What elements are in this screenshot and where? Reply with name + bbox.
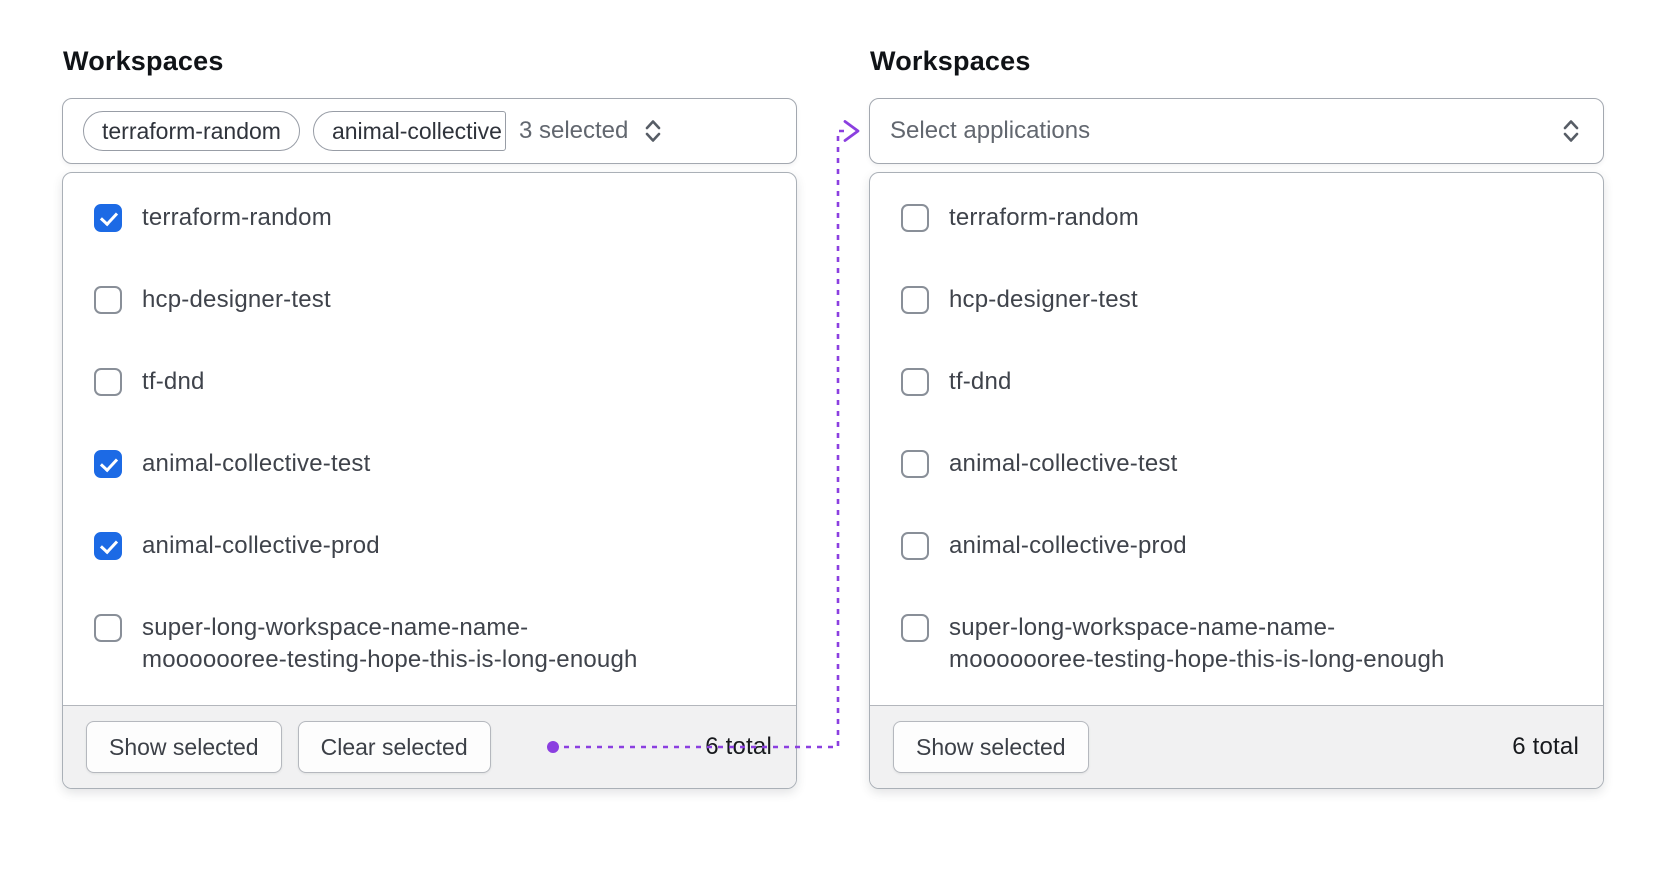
applications-select-trigger[interactable]: Select applications [869, 98, 1604, 164]
item-label: terraform-random [949, 204, 1139, 231]
checkbox[interactable] [94, 532, 122, 560]
show-selected-button[interactable]: Show selected [893, 721, 1089, 773]
item-label: hcp-designer-test [949, 286, 1138, 313]
checkbox[interactable] [901, 286, 929, 314]
page: Workspaces terraform-random animal-colle… [0, 0, 1672, 892]
checkbox[interactable] [901, 614, 929, 642]
selected-count-label: 3 selected [518, 117, 629, 144]
checkbox[interactable] [94, 614, 122, 642]
checkbox[interactable] [94, 368, 122, 396]
panels-row: Workspaces terraform-random animal-colle… [0, 0, 1672, 789]
list-item[interactable]: animal-collective-test [870, 423, 1603, 505]
list-item[interactable]: super-long-workspace-name-name- moooooor… [870, 587, 1603, 701]
checkbox[interactable] [901, 532, 929, 560]
item-label: tf-dnd [949, 368, 1012, 395]
workspaces-listbox: terraform-random hcp-designer-test tf-dn… [869, 172, 1604, 789]
checkbox[interactable] [94, 450, 122, 478]
list-item[interactable]: animal-collective-prod [63, 505, 796, 587]
item-label: animal-collective-test [142, 450, 371, 477]
item-label: animal-collective-prod [949, 532, 1187, 559]
clear-selected-button[interactable]: Clear selected [297, 721, 491, 773]
workspaces-panel-right: Workspaces Select applications terraform… [869, 46, 1604, 789]
list-item[interactable]: animal-collective-test [63, 423, 796, 505]
checkbox[interactable] [901, 204, 929, 232]
list-item[interactable]: super-long-workspace-name-name- moooooor… [63, 587, 796, 701]
page-title: Workspaces [870, 46, 1031, 76]
list-item[interactable]: terraform-random [63, 177, 796, 259]
list-item[interactable]: hcp-designer-test [870, 259, 1603, 341]
selected-tag-clipped[interactable]: animal-collective [312, 111, 506, 151]
list-item[interactable]: animal-collective-prod [870, 505, 1603, 587]
item-label: super-long-workspace-name-name- moooooor… [949, 614, 1445, 673]
total-count: 6 total [1512, 733, 1579, 760]
list-item[interactable]: tf-dnd [63, 341, 796, 423]
total-count: 6 total [705, 733, 772, 760]
checkbox[interactable] [901, 450, 929, 478]
checkbox[interactable] [94, 204, 122, 232]
item-label: super-long-workspace-name-name- moooooor… [142, 614, 638, 673]
select-placeholder: Select applications [890, 117, 1091, 144]
listbox-footer: Show selected Clear selected 6 total [63, 705, 796, 788]
item-label: animal-collective-prod [142, 532, 380, 559]
show-selected-button[interactable]: Show selected [86, 721, 282, 773]
list-item[interactable]: terraform-random [870, 177, 1603, 259]
list-item[interactable]: hcp-designer-test [63, 259, 796, 341]
item-label: terraform-random [142, 204, 332, 231]
item-label: tf-dnd [142, 368, 205, 395]
list-item[interactable]: tf-dnd [870, 341, 1603, 423]
workspaces-multiselect-trigger[interactable]: terraform-random animal-collective 3 sel… [62, 98, 797, 164]
checkbox[interactable] [901, 368, 929, 396]
workspaces-listbox: terraform-random hcp-designer-test tf-dn… [62, 172, 797, 789]
chevron-up-down-icon[interactable] [1559, 117, 1583, 145]
option-list: terraform-random hcp-designer-test tf-dn… [870, 173, 1603, 705]
item-label: hcp-designer-test [142, 286, 331, 313]
selected-tag[interactable]: terraform-random [83, 111, 300, 151]
option-list: terraform-random hcp-designer-test tf-dn… [63, 173, 796, 705]
workspaces-panel-left: Workspaces terraform-random animal-colle… [62, 46, 797, 789]
item-label: animal-collective-test [949, 450, 1178, 477]
page-title: Workspaces [63, 46, 224, 76]
chevron-up-down-icon[interactable] [641, 117, 665, 145]
listbox-footer: Show selected 6 total [870, 705, 1603, 788]
checkbox[interactable] [94, 286, 122, 314]
